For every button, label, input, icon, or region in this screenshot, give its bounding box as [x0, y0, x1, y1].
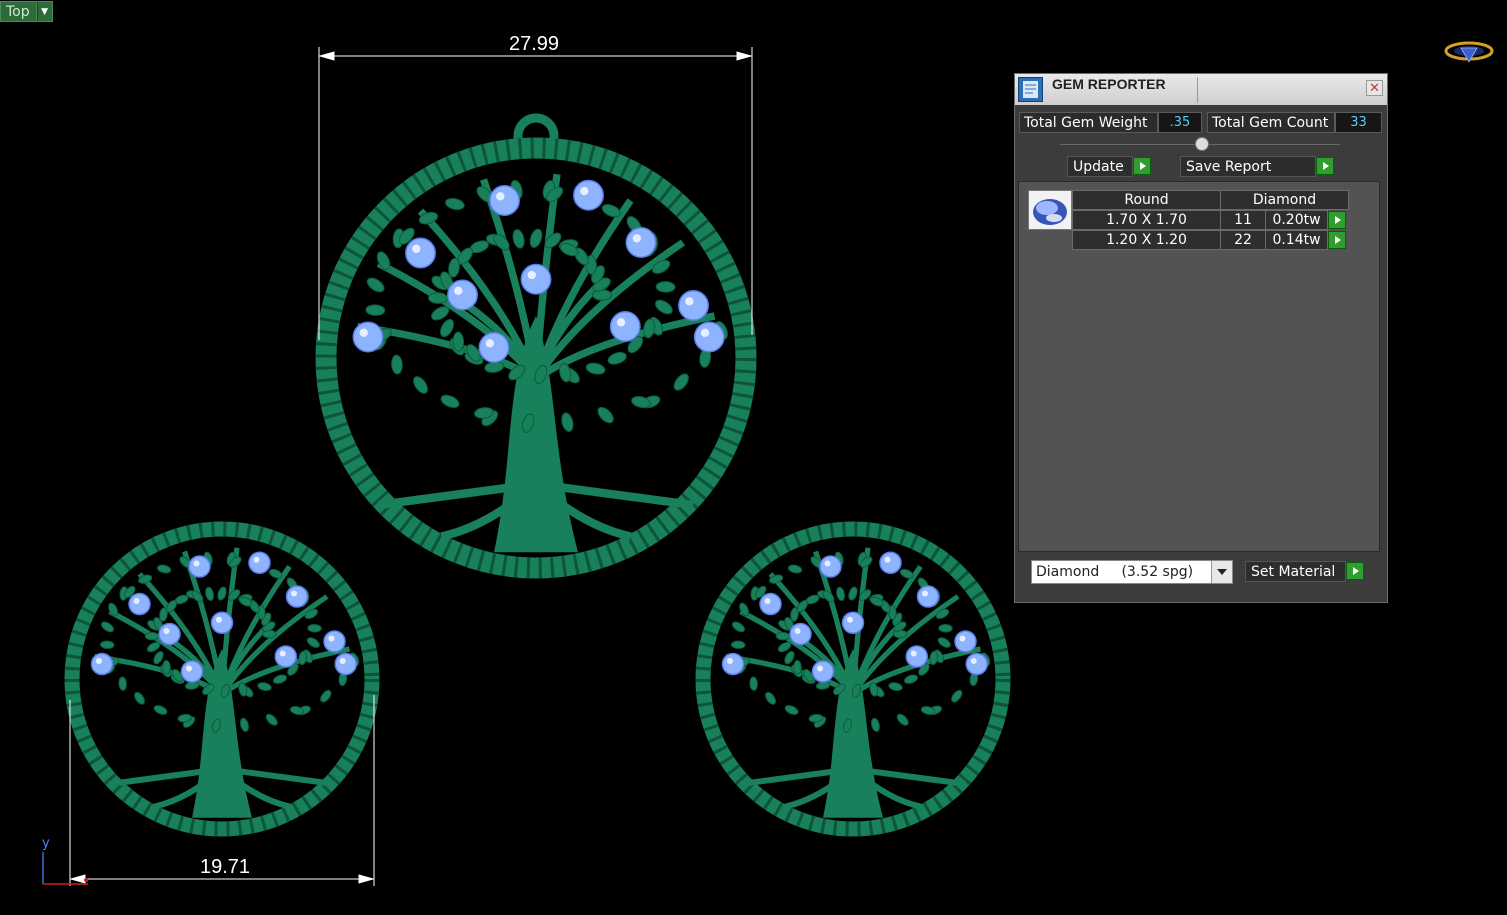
- total-gem-count-value: 33: [1335, 112, 1382, 133]
- dimension-bottom-value: 19.71: [200, 856, 251, 878]
- chevron-down-icon[interactable]: [1211, 561, 1232, 583]
- save-report-button[interactable]: Save Report: [1180, 156, 1316, 177]
- pendant-right[interactable]: [695, 521, 1011, 837]
- axis-y-label: y: [42, 836, 50, 851]
- row2-weight[interactable]: 0.14tw: [1265, 230, 1328, 250]
- row1-weight[interactable]: 0.20tw: [1265, 210, 1328, 230]
- titlebar-divider: [1197, 77, 1198, 103]
- collapse-knob-icon[interactable]: [1195, 137, 1209, 151]
- view-label[interactable]: Top ▼: [0, 1, 53, 22]
- pendant-left[interactable]: [64, 521, 380, 837]
- round-gem-icon[interactable]: [1028, 190, 1072, 230]
- save-report-go-icon[interactable]: [1316, 157, 1334, 175]
- update-button[interactable]: Update: [1067, 156, 1133, 177]
- total-gem-count-label: Total Gem Count: [1207, 112, 1335, 133]
- header-material: Diamond: [1220, 190, 1349, 210]
- header-shape: Round: [1072, 190, 1221, 210]
- dimension-top-value: 27.99: [509, 33, 560, 55]
- view-name[interactable]: Top: [0, 1, 37, 22]
- gem-logo-icon[interactable]: [1444, 38, 1494, 66]
- pendant-large[interactable]: [315, 113, 757, 579]
- total-gem-weight-label: Total Gem Weight: [1019, 112, 1158, 133]
- view-dropdown-arrow-icon[interactable]: ▼: [36, 1, 53, 22]
- gem-reporter-panel: GEM REPORTER ✕ Total Gem Weight .35 Tota…: [1014, 73, 1388, 603]
- gem-list[interactable]: Round Diamond 1.70 X 1.70 11 0.20tw 1.20…: [1018, 181, 1380, 552]
- set-material-go-icon[interactable]: [1346, 562, 1364, 580]
- close-icon: ✕: [1369, 81, 1380, 96]
- update-go-icon[interactable]: [1133, 157, 1151, 175]
- row1-size[interactable]: 1.70 X 1.70: [1072, 210, 1221, 230]
- set-material-button[interactable]: Set Material: [1245, 561, 1346, 582]
- row2-size[interactable]: 1.20 X 1.20: [1072, 230, 1221, 250]
- material-select-value: Diamond (3.52 spg): [1036, 564, 1194, 580]
- row1-go-icon[interactable]: [1328, 211, 1346, 229]
- gem-reporter-titlebar[interactable]: GEM REPORTER ✕: [1015, 74, 1387, 105]
- row2-count[interactable]: 22: [1220, 230, 1266, 250]
- material-select[interactable]: Diamond (3.52 spg): [1031, 560, 1233, 584]
- row1-count[interactable]: 11: [1220, 210, 1266, 230]
- total-gem-weight-value: .35: [1158, 112, 1202, 133]
- close-button[interactable]: ✕: [1366, 80, 1383, 96]
- gem-reporter-title: GEM REPORTER: [1052, 76, 1166, 92]
- row2-go-icon[interactable]: [1328, 231, 1346, 249]
- report-icon: [1018, 77, 1043, 102]
